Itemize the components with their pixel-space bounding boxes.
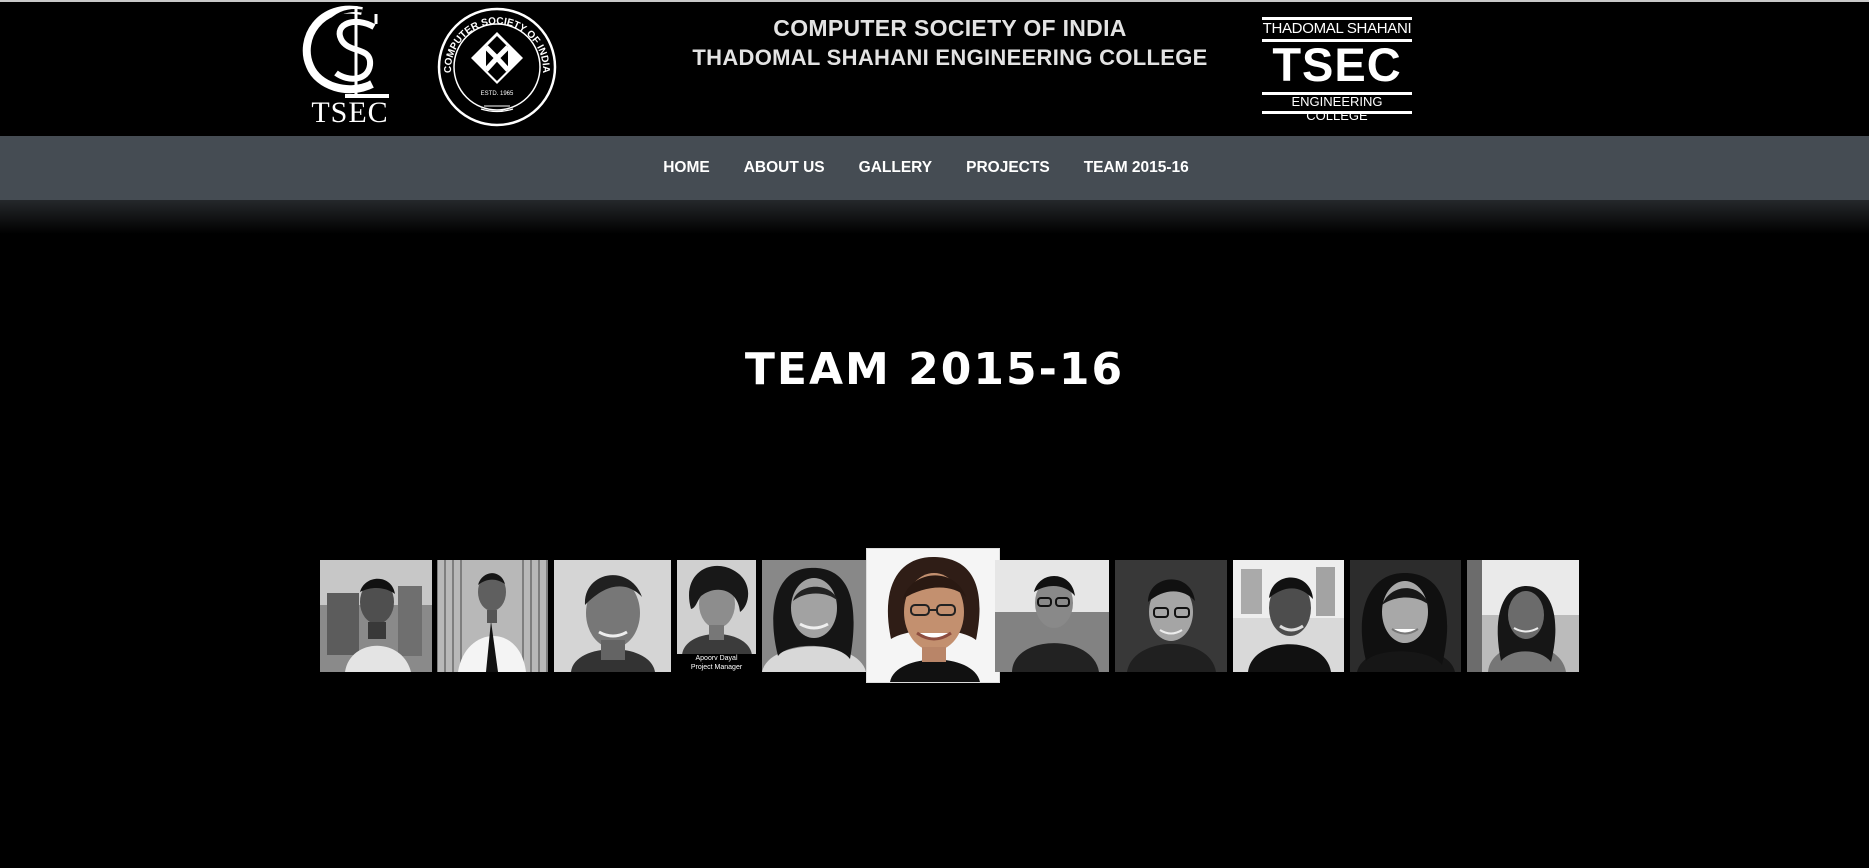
team-member-photo-7[interactable] [995,560,1109,672]
member-caption-role: Project Manager [690,664,743,671]
person-photo-icon [867,549,999,682]
team-member-photo-1[interactable] [320,560,432,672]
member-caption: Apoorv Dayal Project Manager [677,654,756,672]
team-photo-strip: Apoorv Dayal Project Manager [0,0,1869,868]
person-photo-icon [554,560,671,672]
person-photo-icon [1467,560,1579,672]
team-member-photo-11[interactable] [1467,560,1579,672]
person-photo-icon [995,560,1109,672]
team-member-photo-5[interactable] [762,560,866,672]
team-member-photo-6[interactable] [867,549,999,682]
person-photo-icon [320,560,432,672]
person-photo-icon [1350,560,1461,672]
person-photo-icon [1115,560,1227,672]
team-member-photo-2[interactable] [437,560,548,672]
team-member-photo-8[interactable] [1115,560,1227,672]
team-member-photo-4[interactable]: Apoorv Dayal Project Manager [677,560,756,672]
page: TSEC COMPUTER SOCIETY OF INDIA ESTD. 196… [0,0,1869,868]
person-photo-icon [762,560,866,672]
team-member-photo-9[interactable] [1233,560,1344,672]
person-photo-icon [437,560,548,672]
person-photo-icon [1233,560,1344,672]
member-caption-name: Apoorv Dayal [695,655,738,662]
team-member-photo-3[interactable] [554,560,671,672]
team-member-photo-10[interactable] [1350,560,1461,672]
